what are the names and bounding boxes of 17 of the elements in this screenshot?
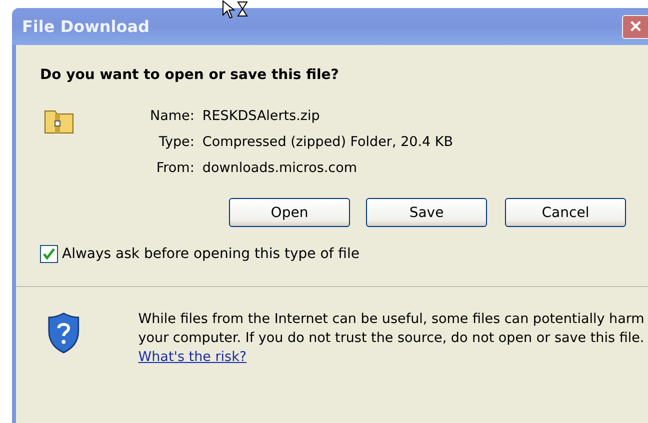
- window-title: File Download: [22, 17, 150, 36]
- checkbox-label[interactable]: Always ask before opening this type of file: [62, 246, 360, 262]
- dialog-button[interactable]: Open: [229, 198, 350, 227]
- detail-value: downloads.micros.com: [202, 160, 358, 176]
- warning-text: While files from the Internet can be useful, some files can potentially harm your computer. If you do not trust the source, do not open or save this file. What's the risk?: [138, 310, 646, 367]
- checkbox[interactable]: [40, 245, 58, 263]
- close-button[interactable]: ✕: [622, 14, 648, 38]
- detail-label: From:: [155, 160, 194, 176]
- risk-link[interactable]: What's the risk?: [138, 349, 247, 365]
- question-text: Do you want to open or save this file?: [40, 67, 340, 83]
- dialog-button[interactable]: Save: [366, 198, 487, 227]
- shield-question-icon: [46, 311, 82, 355]
- detail-value: Compressed (zipped) Folder, 20.4 KB: [202, 134, 454, 150]
- detail-label: Type:: [158, 134, 194, 150]
- detail-value: RESKDSAlerts.zip: [202, 108, 321, 124]
- dialog-button[interactable]: Cancel: [505, 198, 626, 227]
- detail-label: Name:: [150, 108, 194, 124]
